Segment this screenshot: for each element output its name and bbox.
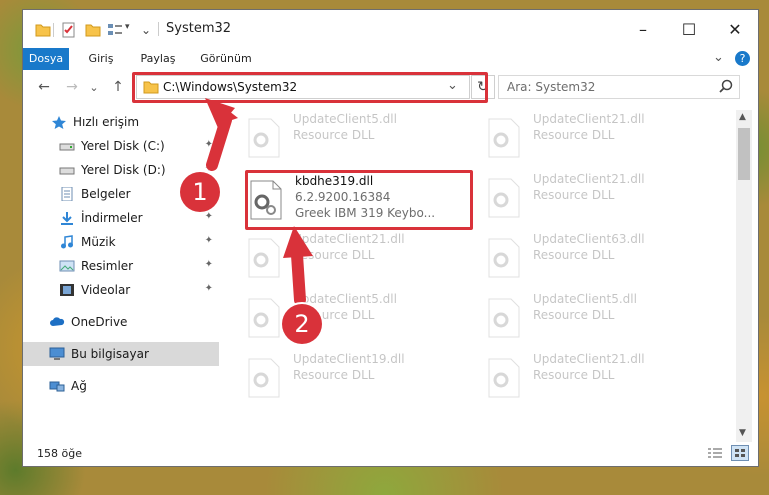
- arrow-step-2: [291, 249, 306, 306]
- arrow-head-2: [283, 226, 313, 258]
- step-badge-1: 1: [180, 172, 220, 212]
- annotation-arrows: [205, 98, 313, 306]
- step-badge-2: 2: [282, 304, 322, 344]
